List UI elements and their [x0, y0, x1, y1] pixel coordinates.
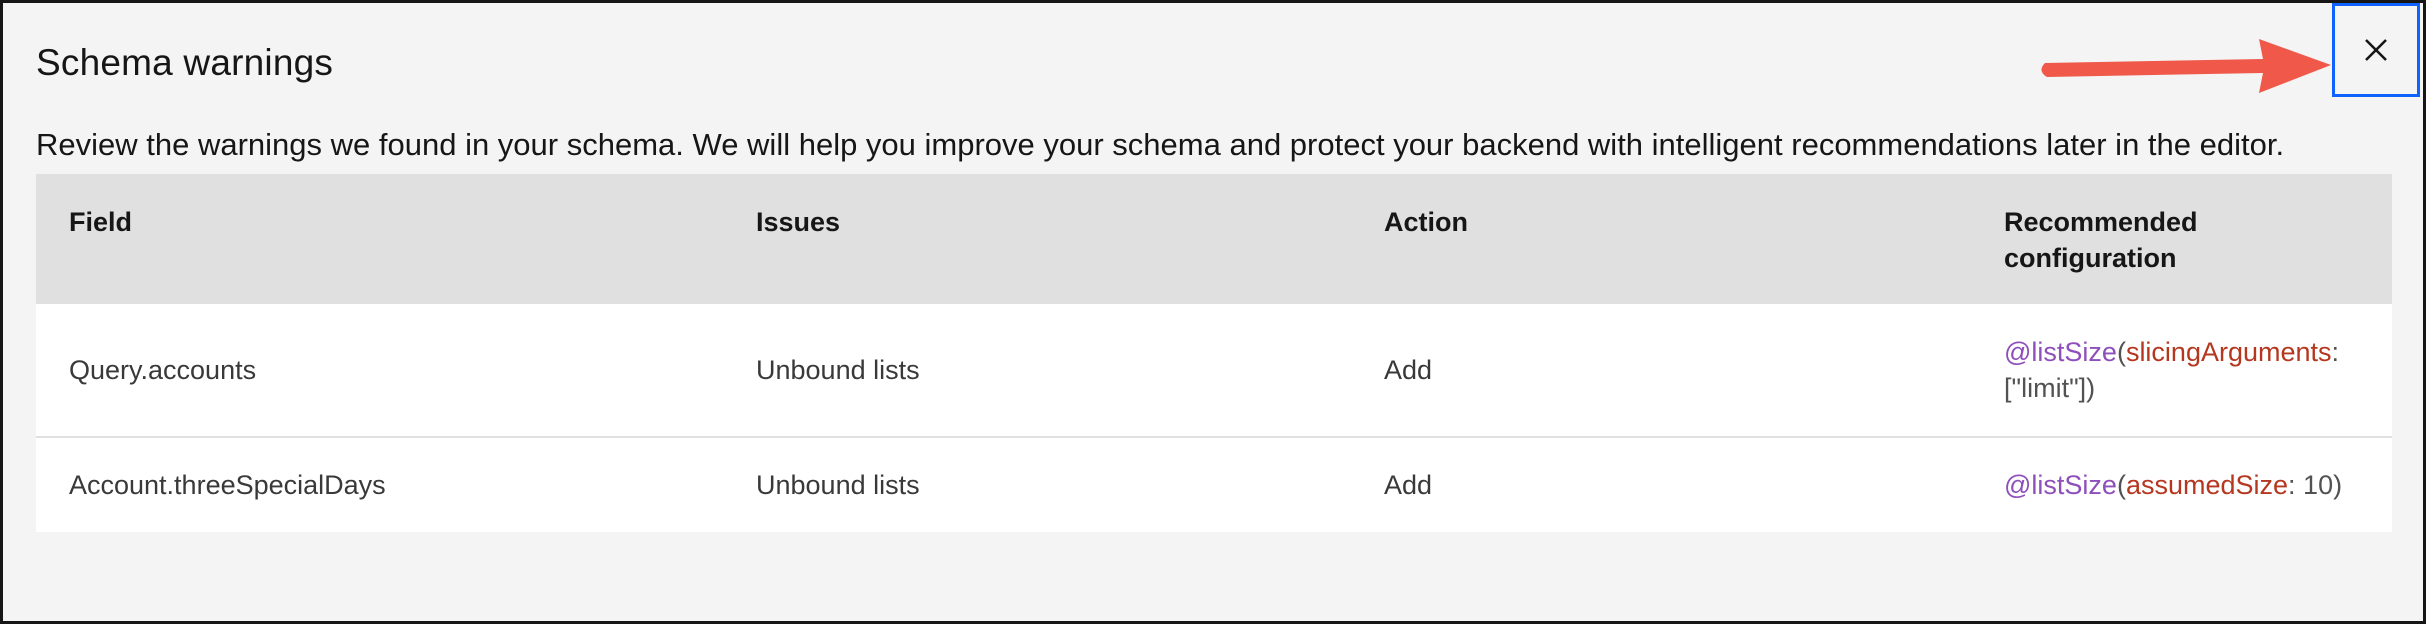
argument-name: slicingArguments — [2125, 337, 2332, 367]
open-paren: ( — [2116, 470, 2126, 500]
close-paren: ) — [2333, 470, 2343, 500]
cell-field: Account.threeSpecialDays — [69, 469, 386, 500]
cell-recommended-configuration: @listSize(slicingArguments: ["limit"]) — [2004, 304, 2384, 436]
warnings-table: Field Issues Action Recommended configur… — [36, 174, 2392, 532]
cell-issues: Unbound lists — [756, 469, 920, 500]
table-row: Query.accounts Unbound lists Add @listSi… — [36, 302, 2392, 436]
cell-action: Add — [1384, 469, 1433, 500]
cell-issues: Unbound lists — [756, 354, 920, 385]
cell-field: Query.accounts — [69, 354, 257, 385]
column-header-issues: Issues — [756, 207, 841, 237]
open-paren: ( — [2116, 337, 2126, 367]
colon: : — [2288, 470, 2296, 500]
modal-title: Schema warnings — [36, 42, 334, 83]
cell-action: Add — [1384, 354, 1433, 385]
colon: : — [2331, 337, 2340, 367]
directive-name: @listSize — [2004, 337, 2117, 367]
modal-description: Review the warnings we found in your sch… — [36, 127, 2285, 162]
argument-name: assumedSize — [2125, 470, 2289, 500]
column-header-recommended-configuration: Recommended configuration — [2004, 174, 2384, 302]
argument-value: ["limit"]) — [2004, 373, 2096, 403]
table-row: Account.threeSpecialDays Unbound lists A… — [36, 436, 2392, 532]
annotation-arrow — [2041, 39, 2331, 93]
column-header-recommended-line2: configuration — [2004, 243, 2177, 273]
schema-warnings-modal: Schema warnings Review the warnings we f… — [0, 0, 2426, 624]
directive-name: @listSize — [2004, 470, 2117, 500]
argument-value: 10 — [2295, 470, 2334, 500]
column-header-field: Field — [69, 207, 133, 237]
close-button[interactable] — [2332, 3, 2420, 97]
column-header-recommended-line1: Recommended — [2004, 207, 2198, 237]
close-icon — [2365, 39, 2387, 61]
table-header: Field Issues Action Recommended configur… — [36, 174, 2392, 302]
column-header-action: Action — [1384, 207, 1468, 237]
cell-recommended-configuration: @listSize(assumedSize: 10) — [2004, 438, 2384, 532]
